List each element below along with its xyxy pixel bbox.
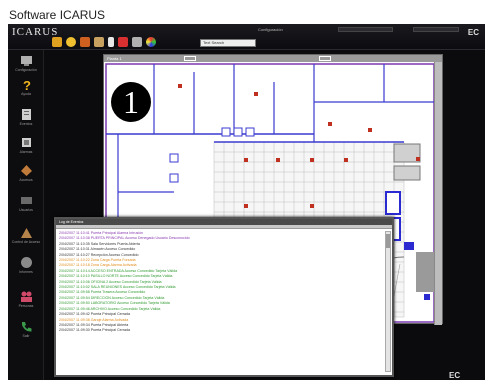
event-log-list: 2/04/2007 11:10:41 Puerta Principal Alar… xyxy=(59,231,383,372)
report-icon xyxy=(20,257,32,268)
event-log-toolbar xyxy=(56,225,392,229)
window-caption: Configuración xyxy=(258,27,283,32)
help-icon: ? xyxy=(23,78,31,91)
toolbar xyxy=(52,36,156,48)
sidebar-item-label: Control de Acceso xyxy=(11,240,41,244)
plan-tab-button[interactable] xyxy=(184,56,196,61)
sidebar-item-exit[interactable]: Salir xyxy=(8,320,44,338)
floor-plan-scrollbar[interactable] xyxy=(434,62,442,325)
sidebar-item-events[interactable]: Eventos xyxy=(8,108,44,126)
sidebar-item-people[interactable]: Personas xyxy=(8,290,44,308)
monitor-icon[interactable] xyxy=(132,37,142,47)
sidebar-item-label: Ayuda xyxy=(21,92,31,96)
sidebar-item-alarms[interactable]: Alarmas xyxy=(8,136,44,154)
alarms-icon xyxy=(21,138,31,147)
sidebar: Configuración ? Ayuda Eventos Alarmas Ac… xyxy=(8,50,44,380)
step-number-badge: 1 xyxy=(111,82,151,122)
sidebar-item-label: Salir xyxy=(22,334,30,338)
top-bar: ICARUS Configuración EC Text Search xyxy=(8,24,485,50)
sidebar-item-help[interactable]: ? Ayuda xyxy=(8,78,44,96)
page-caption: Software ICARUS xyxy=(9,8,106,22)
users-icon xyxy=(20,197,32,204)
sidebar-item-reports[interactable]: Informes xyxy=(8,256,44,274)
brand-logo: EC xyxy=(467,28,479,37)
sidebar-item-label: Configuración xyxy=(15,68,37,72)
phone-icon xyxy=(21,322,31,332)
sidebar-item-users[interactable]: Usuarios xyxy=(8,194,44,212)
svg-text:?: ? xyxy=(23,78,31,91)
sidebar-item-label: Informes xyxy=(19,270,33,274)
sun-icon[interactable] xyxy=(66,37,76,47)
sidebar-item-access[interactable]: Accesos xyxy=(8,164,44,182)
status-field xyxy=(338,27,393,32)
event-log-title: Log de Eventos xyxy=(59,220,84,224)
refresh-icon[interactable] xyxy=(146,37,156,47)
search-input[interactable]: Text Search xyxy=(200,39,256,47)
sidebar-item-label: Usuarios xyxy=(19,208,33,212)
footer-logo: EC xyxy=(449,371,461,380)
floor-plan-titlebar[interactable]: Planta 1 xyxy=(104,55,442,62)
building-icon[interactable] xyxy=(52,37,62,47)
sidebar-item-label: Eventos xyxy=(19,122,33,126)
plan-tab-button[interactable] xyxy=(319,56,331,61)
access-control-icon xyxy=(20,228,32,238)
door-icon[interactable] xyxy=(94,37,104,47)
badge-icon[interactable] xyxy=(80,37,90,47)
sidebar-item-label: Accesos xyxy=(19,178,33,182)
event-log-scrollbar[interactable] xyxy=(385,231,391,372)
event-log-titlebar[interactable]: Log de Eventos xyxy=(56,219,392,225)
sidebar-item-access-control[interactable]: Control de Acceso xyxy=(8,226,44,244)
people-icon xyxy=(20,291,32,302)
datetime-field xyxy=(413,27,459,32)
events-icon xyxy=(21,109,31,120)
camera-icon[interactable] xyxy=(118,37,128,47)
scrollbar-thumb[interactable] xyxy=(386,234,390,248)
person-icon[interactable] xyxy=(108,37,114,47)
app-window: ICARUS Configuración EC Text Search Conf… xyxy=(8,24,485,380)
event-log-window[interactable]: Log de Eventos 2/04/2007 11:10:41 Puerta… xyxy=(54,217,394,377)
sidebar-item-label: Alarmas xyxy=(19,150,33,154)
sidebar-item-config[interactable]: Configuración xyxy=(8,54,44,72)
log-entry[interactable]: 2/04/2007 11:09:30 Puerta Principal Cerr… xyxy=(59,328,383,333)
access-icon xyxy=(20,165,32,176)
config-icon xyxy=(20,56,32,66)
sidebar-item-label: Personas xyxy=(18,304,34,308)
floor-plan-title: Planta 1 xyxy=(107,56,122,61)
